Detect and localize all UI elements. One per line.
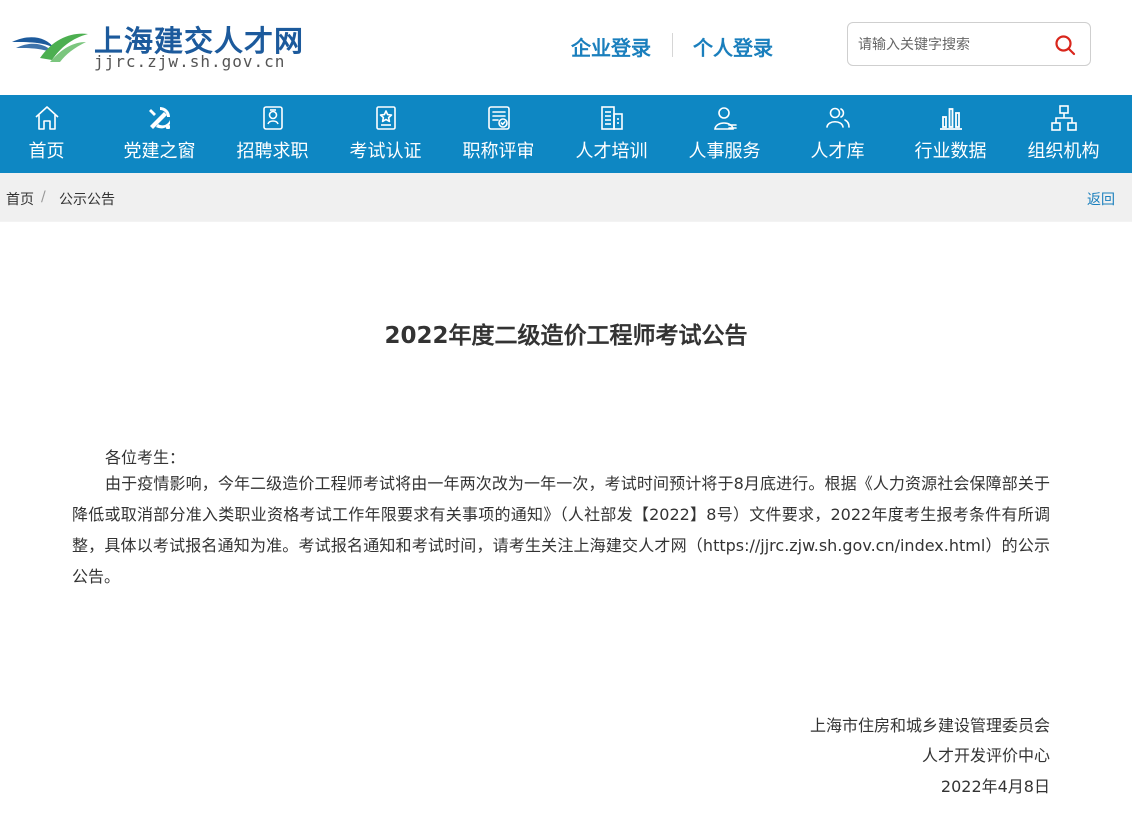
search-input[interactable] [858, 34, 1048, 56]
back-link[interactable]: 返回 [1087, 189, 1115, 209]
nav-item-industry-data[interactable]: 行业数据 [894, 95, 1007, 173]
site-domain: jjrc.zjw.sh.gov.cn [94, 52, 286, 71]
nav-item-exam[interactable]: 考试认证 [329, 95, 442, 173]
search-icon[interactable] [1053, 33, 1077, 57]
nav-item-label: 人事服务 [688, 141, 761, 162]
site-header: 上海建交人才网 jjrc.zjw.sh.gov.cn 企业登录 个人登录 [0, 0, 1132, 95]
home-icon [35, 106, 59, 130]
id-badge-icon [263, 106, 283, 130]
person-login-link[interactable]: 个人登录 [693, 32, 773, 61]
article-date: 2022年4月8日 [940, 777, 1050, 796]
logo-mark-icon [12, 33, 88, 62]
breadcrumb-current: 公示公告 [59, 192, 115, 208]
nav-item-label: 招聘求职 [236, 141, 309, 162]
users-icon [826, 107, 850, 128]
certificate-icon [376, 106, 396, 130]
login-divider [672, 33, 673, 57]
nav-item-home[interactable]: 首页 [0, 95, 103, 173]
nav-item-title-review[interactable]: 职称评审 [442, 95, 555, 173]
nav-item-training[interactable]: 人才培训 [555, 95, 668, 173]
article-greeting: 各位考生： [105, 448, 186, 467]
nav-item-organization[interactable]: 组织机构 [1007, 95, 1120, 173]
nav-item-party[interactable]: 党建之窗 [103, 95, 216, 173]
nav-item-label: 人才库 [810, 141, 865, 162]
nav-item-label: 组织机构 [1027, 141, 1100, 162]
breadcrumb-home-link[interactable]: 首页 [6, 189, 34, 209]
breadcrumb: 首页 / 公示公告 返回 [0, 173, 1132, 221]
nav-item-label: 首页 [28, 141, 65, 162]
org-chart-icon [1051, 105, 1077, 131]
signature-department: 人才开发评价中心 [921, 746, 1050, 765]
article: 2022年度二级造价工程师考试公告 各位考生： 由于疫情影响，今年二级造价工程师… [0, 222, 1132, 825]
nav-item-label: 行业数据 [914, 141, 987, 162]
nav-item-label: 人才培训 [575, 141, 648, 162]
nav-item-label: 考试认证 [349, 141, 422, 162]
nav-item-talent-pool[interactable]: 人才库 [781, 95, 894, 173]
article-body: 由于疫情影响，今年二级造价工程师考试将由一年两次改为一年一次，考试时间预计将于8… [72, 474, 1050, 586]
nav-item-label: 党建之窗 [123, 141, 196, 162]
building-icon [601, 106, 623, 130]
bar-chart-icon [940, 108, 962, 130]
site-logo[interactable]: 上海建交人才网 jjrc.zjw.sh.gov.cn [10, 18, 303, 74]
company-login-link[interactable]: 企业登录 [571, 32, 651, 61]
breadcrumb-separator: / [41, 189, 46, 205]
user-icon [714, 107, 737, 130]
signature-org: 上海市住房和城乡建设管理委员会 [809, 716, 1050, 735]
document-check-icon [488, 106, 510, 130]
party-emblem-icon [149, 107, 170, 129]
nav-item-label: 职称评审 [462, 141, 535, 162]
nav-item-recruit[interactable]: 招聘求职 [216, 95, 329, 173]
search-box [847, 22, 1091, 66]
article-title: 2022年度二级造价工程师考试公告 [384, 323, 748, 349]
main-nav: 首页 党建之窗 招聘求职 考试认证 职称评审 人才培训 人事服务 人才库 行业数… [0, 95, 1132, 173]
nav-item-hr-service[interactable]: 人事服务 [668, 95, 781, 173]
